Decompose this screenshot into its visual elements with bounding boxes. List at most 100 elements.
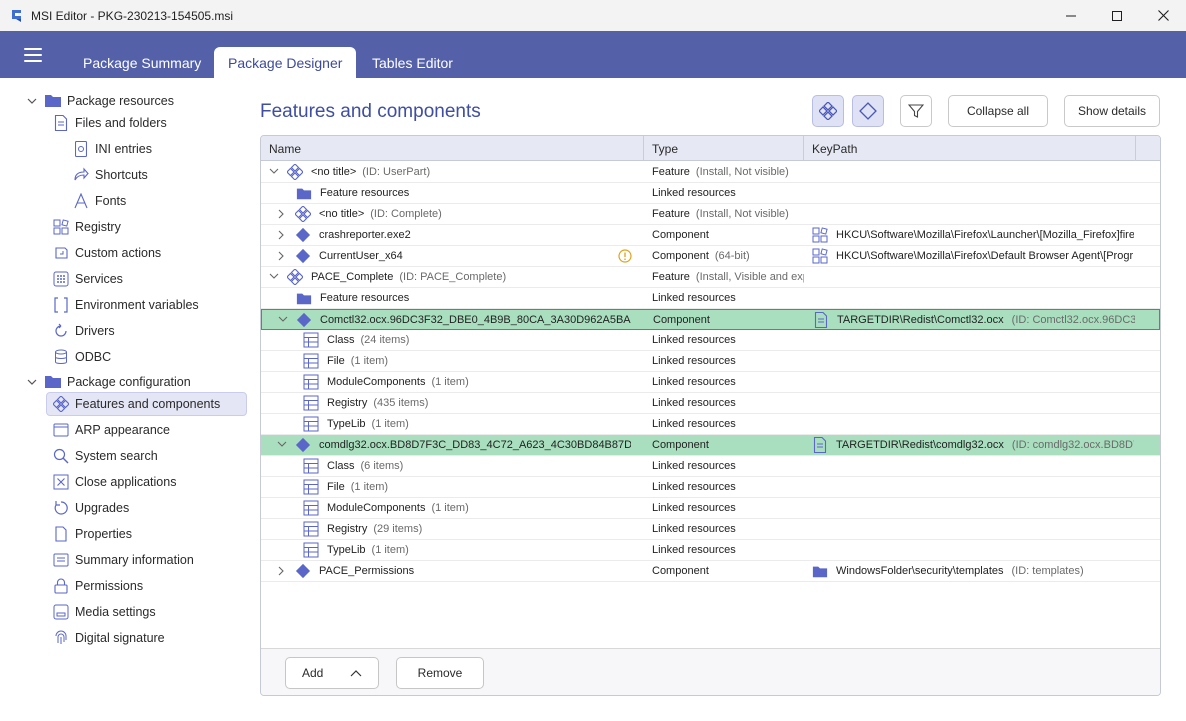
tree-row[interactable]: File (1 item) Linked resources — [261, 477, 1160, 498]
column-header-type[interactable]: Type — [644, 136, 804, 161]
remove-button[interactable]: Remove — [396, 657, 484, 689]
sidebar-item-close-applications[interactable]: Close applications — [52, 470, 176, 494]
collapse-all-button[interactable]: Collapse all — [948, 95, 1048, 127]
services-icon — [52, 270, 70, 288]
sidebar-item-system-search[interactable]: System search — [52, 444, 158, 468]
row-type: Linked resources — [652, 418, 736, 430]
sidebar-item-odbc[interactable]: ODBC — [52, 345, 111, 369]
tree-row[interactable]: Registry (435 items) Linked resources — [261, 393, 1160, 414]
sidebar-item-label: Services — [75, 272, 123, 286]
row-type: Component — [652, 229, 709, 241]
sidebar-item-label: Files and folders — [75, 116, 167, 130]
add-button[interactable]: Add — [285, 657, 379, 689]
chevron-right-icon[interactable] — [277, 230, 285, 240]
app-logo-icon — [12, 9, 21, 22]
tab-package-designer[interactable]: Package Designer — [214, 47, 357, 78]
type-cell: Feature (Install, Visible and exp — [652, 267, 804, 287]
sidebar-item-arp-appearance[interactable]: ARP appearance — [52, 418, 170, 442]
sidebar-item-label: Registry — [75, 220, 121, 234]
name-cell: File (1 item) — [303, 477, 631, 497]
chevron-down-icon[interactable] — [277, 440, 287, 448]
maximize-button[interactable] — [1094, 0, 1140, 31]
sidebar-item-registry[interactable]: Registry — [52, 215, 121, 239]
row-type: Linked resources — [652, 544, 736, 556]
feature-view-button[interactable] — [812, 95, 844, 127]
chevron-down-icon[interactable] — [27, 96, 37, 106]
custom-action-icon — [52, 244, 70, 262]
minimize-button[interactable] — [1048, 0, 1094, 31]
sidebar-item-upgrades[interactable]: Upgrades — [52, 496, 129, 520]
tree-row[interactable]: TypeLib (1 item) Linked resources — [261, 414, 1160, 435]
row-name: PACE_Permissions — [319, 565, 415, 577]
sidebar-item-features-and-components[interactable]: Features and components — [46, 392, 247, 416]
sidebar-item-label: Media settings — [75, 605, 156, 619]
type-cell: Feature (Install, Not visible) — [652, 204, 804, 224]
chevron-right-icon[interactable] — [277, 566, 285, 576]
sidebar-item-media-settings[interactable]: Media settings — [52, 600, 156, 624]
sidebar-item-summary-information[interactable]: Summary information — [52, 548, 194, 572]
tab-tables-editor[interactable]: Tables Editor — [358, 47, 467, 78]
name-cell: PACE_Permissions — [295, 561, 631, 581]
sidebar-item-ini-entries[interactable]: INI entries — [72, 137, 152, 161]
tree-row[interactable]: File (1 item) Linked resources — [261, 351, 1160, 372]
name-cell: Feature resources — [296, 183, 631, 203]
tree-row[interactable]: crashreporter.exe2 Component HKCU\Softwa… — [261, 225, 1160, 246]
sidebar-item-files-and-folders[interactable]: Files and folders — [52, 111, 167, 135]
column-header-name[interactable]: Name — [261, 136, 644, 161]
grid-footer: Add Remove — [261, 648, 1160, 695]
database-icon — [52, 348, 70, 366]
chevron-right-icon[interactable] — [277, 209, 285, 219]
table-icon — [303, 332, 319, 348]
chevron-down-icon[interactable] — [27, 377, 37, 387]
sidebar-group-package-resources[interactable]: Package resources — [44, 89, 174, 113]
sidebar-item-digital-signature[interactable]: Digital signature — [52, 626, 165, 650]
tree-row[interactable]: ModuleComponents (1 item) Linked resourc… — [261, 498, 1160, 519]
row-name-detail: (1 item) — [350, 355, 389, 367]
summary-icon — [52, 551, 70, 569]
chevron-right-icon[interactable] — [277, 251, 285, 261]
window-title: MSI Editor - PKG-230213-154505.msi — [31, 8, 234, 23]
row-name: Feature resources — [320, 292, 410, 304]
sidebar-item-label: Features and components — [75, 397, 221, 411]
tree-row[interactable]: Class (6 items) Linked resources — [261, 456, 1160, 477]
hamburger-menu-button[interactable] — [24, 48, 42, 62]
tree-row[interactable]: ModuleComponents (1 item) Linked resourc… — [261, 372, 1160, 393]
sidebar-item-environment-variables[interactable]: Environment variables — [52, 293, 199, 317]
sidebar-item-properties[interactable]: Properties — [52, 522, 132, 546]
chevron-down-icon[interactable] — [269, 167, 279, 175]
tree-row[interactable]: PACE_Complete (ID: PACE_Complete) Featur… — [261, 267, 1160, 288]
chevron-down-icon[interactable] — [278, 315, 288, 323]
warning-icon[interactable] — [618, 249, 632, 263]
component-view-button[interactable] — [852, 95, 884, 127]
show-details-button[interactable]: Show details — [1064, 95, 1160, 127]
tree-row[interactable]: Feature resources Linked resources — [261, 288, 1160, 309]
tree-row[interactable]: TypeLib (1 item) Linked resources — [261, 540, 1160, 561]
sidebar-group-package-configuration[interactable]: Package configuration — [44, 370, 191, 394]
sidebar-item-permissions[interactable]: Permissions — [52, 574, 143, 598]
tree-row[interactable]: Class (24 items) Linked resources — [261, 330, 1160, 351]
filter-button[interactable] — [900, 95, 932, 127]
sidebar-item-shortcuts[interactable]: Shortcuts — [72, 163, 148, 187]
sidebar-item-custom-actions[interactable]: Custom actions — [52, 241, 161, 265]
sidebar-item-label: Shortcuts — [95, 168, 148, 182]
tab-package-summary[interactable]: Package Summary — [69, 47, 215, 78]
tree-row[interactable]: <no title> (ID: UserPart) Feature (Insta… — [261, 162, 1160, 183]
type-cell: Linked resources — [652, 330, 804, 350]
chevron-down-icon[interactable] — [269, 272, 279, 280]
sidebar-item-label: Digital signature — [75, 631, 165, 645]
column-header-keypath[interactable]: KeyPath — [804, 136, 1136, 161]
row-name-detail: (1 item) — [431, 376, 469, 388]
properties-icon — [52, 525, 70, 543]
tree-row[interactable]: Registry (29 items) Linked resources — [261, 519, 1160, 540]
sidebar-item-services[interactable]: Services — [52, 267, 123, 291]
tree-row[interactable]: <no title> (ID: Complete) Feature (Insta… — [261, 204, 1160, 225]
tree-row[interactable]: PACE_Permissions Component WindowsFolder… — [261, 561, 1160, 582]
filter-icon — [908, 104, 924, 118]
tree-row[interactable]: comdlg32.ocx.BD8D7F3C_DD83_4C72_A623_4C3… — [261, 435, 1160, 456]
tree-row[interactable]: CurrentUser_x64 Component (64-bit) HKCU\… — [261, 246, 1160, 267]
tree-row[interactable]: Comctl32.ocx.96DC3F32_DBE0_4B9B_80CA_3A3… — [261, 309, 1160, 330]
tree-row[interactable]: Feature resources Linked resources — [261, 183, 1160, 204]
sidebar-item-drivers[interactable]: Drivers — [52, 319, 115, 343]
sidebar-item-fonts[interactable]: Fonts — [72, 189, 126, 213]
close-button[interactable] — [1140, 0, 1186, 31]
